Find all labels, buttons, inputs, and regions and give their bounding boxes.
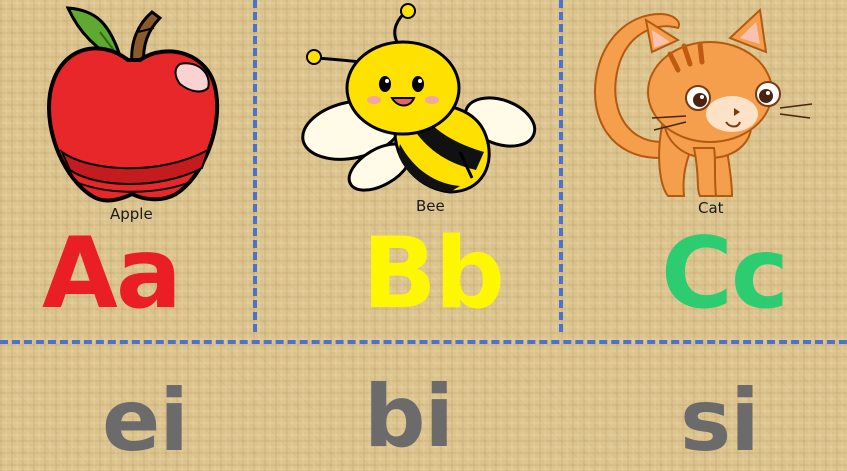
apple-icon [47, 6, 220, 203]
sound-si: si [680, 371, 760, 471]
word-cat: Cat [698, 199, 724, 217]
word-bee: Bee [416, 197, 445, 215]
divider-horizontal [0, 340, 847, 344]
sound-ei: ei [102, 371, 189, 471]
divider-vertical-2 [559, 0, 563, 332]
letter-bb: Bb [362, 217, 505, 331]
letter-cc: Cc [661, 217, 789, 331]
bee-icon [301, 3, 537, 194]
sound-bi: bi [364, 367, 454, 467]
letter-aa: Aa [42, 217, 182, 331]
divider-vertical-1 [253, 0, 257, 332]
cat-icon [594, 8, 813, 197]
